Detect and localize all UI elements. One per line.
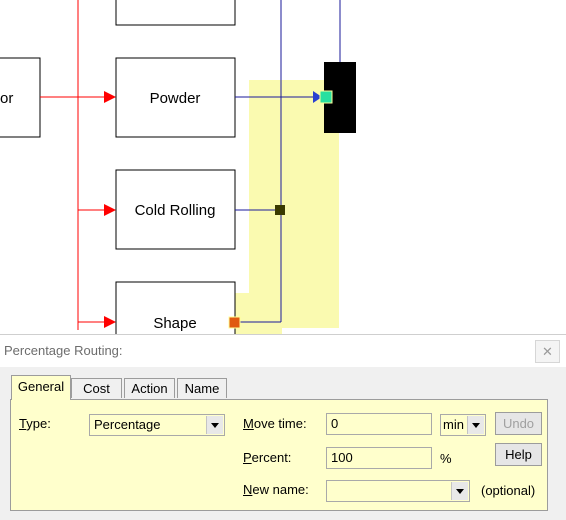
move-time-input[interactable]: 0 (326, 413, 432, 435)
help-button[interactable]: Help (495, 443, 542, 466)
node-top-partial[interactable] (115, 0, 236, 26)
type-select-value: Percentage (94, 417, 161, 432)
dialog-title: Percentage Routing: (4, 343, 123, 358)
new-name-label: New name: (243, 482, 309, 497)
percent-unit: % (440, 451, 452, 466)
route-handle[interactable] (275, 205, 285, 215)
node-cold-rolling-label: Cold Rolling (135, 202, 216, 219)
node-shape-label: Shape (153, 315, 196, 332)
general-panel: Type: Percentage Move time: 0 min Undo P… (10, 399, 548, 511)
tab-action[interactable]: Action (124, 378, 175, 398)
route-handle-selected[interactable] (228, 316, 241, 329)
chevron-down-icon[interactable] (206, 416, 223, 434)
route-arrowhead (104, 316, 116, 328)
node-left-partial-label: or (0, 90, 13, 107)
new-name-select[interactable] (326, 480, 470, 502)
percent-input[interactable]: 100 (326, 447, 432, 469)
tab-cost[interactable]: Cost (71, 378, 122, 398)
close-icon[interactable]: ✕ (535, 340, 560, 363)
tab-name[interactable]: Name (177, 378, 227, 398)
move-time-unit-value: min (443, 417, 464, 432)
undo-button[interactable]: Undo (495, 412, 542, 435)
percent-label: Percent: (243, 450, 292, 465)
optional-note: (optional) (481, 483, 536, 498)
percent-value: 100 (331, 450, 353, 465)
route-arrowhead (104, 204, 116, 216)
type-select[interactable]: Percentage (89, 414, 225, 436)
type-label: Type: (19, 416, 51, 431)
node-powder-label: Powder (150, 90, 201, 107)
route-arrowhead (104, 91, 116, 103)
dialog-titlebar[interactable]: Percentage Routing: ✕ (0, 335, 566, 367)
tab-general[interactable]: General (11, 375, 71, 400)
move-time-value: 0 (331, 416, 339, 431)
chevron-down-icon[interactable] (467, 416, 484, 434)
move-time-unit-select[interactable]: min (440, 414, 486, 436)
route-endpoint-selected[interactable] (319, 90, 333, 104)
move-time-label: Move time: (243, 416, 307, 431)
chevron-down-icon[interactable] (451, 482, 468, 500)
percentage-routing-dialog: Percentage Routing: ✕ General Cost Actio… (0, 334, 566, 520)
